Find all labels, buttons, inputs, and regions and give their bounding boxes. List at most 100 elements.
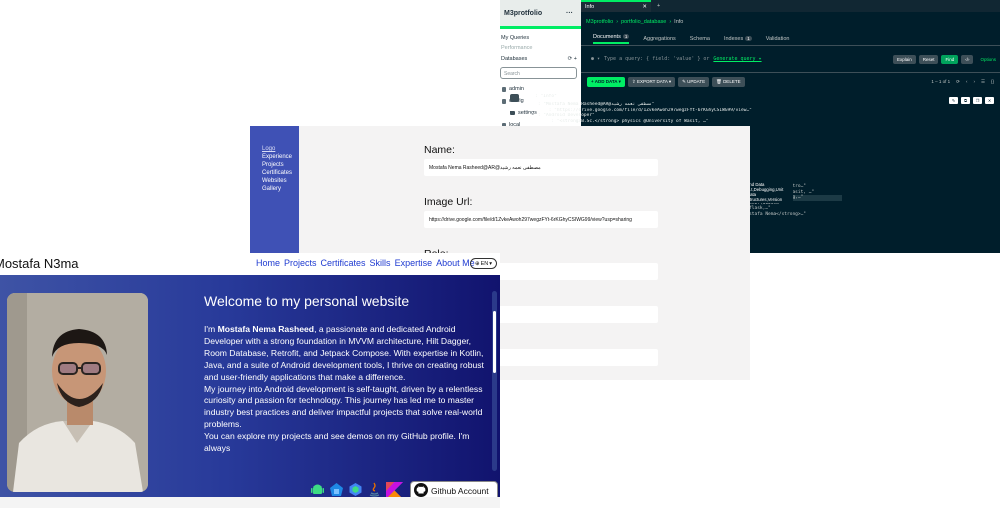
profile-photo <box>7 293 148 492</box>
close-icon[interactable]: ✕ <box>642 4 647 10</box>
query-history-icon[interactable]: ● ▾ <box>591 56 600 62</box>
databases-header: Databases ⟳ + <box>500 53 581 65</box>
nav-expertise[interactable]: Expertise <box>395 258 433 268</box>
site-nav: Home Projects Certificates Skills Expert… <box>256 258 475 268</box>
pagination-text: 1 – 1 of 1 <box>931 78 951 84</box>
nav-performance[interactable]: Performance <box>500 43 581 53</box>
breadcrumb: M3protfolio › portfolio_database › Info <box>581 12 1000 32</box>
doc-field-row: education: "<strong>B.Sc.</strong> physi… <box>527 118 709 124</box>
chevron-down-icon: ▾ <box>489 260 492 267</box>
image-url-label: Image Url: <box>424 196 473 208</box>
field-tooltip: and Data …t,Debugging,Unit Data Structures… <box>745 181 793 203</box>
nav-skills[interactable]: Skills <box>370 258 391 268</box>
nav-projects[interactable]: Projects <box>284 258 317 268</box>
bio-paragraph: I'm Mostafa Nema Rasheed, a passionate a… <box>204 324 484 382</box>
document-card: _id: "Info" name: "Mostafa Nema Rasheed@… <box>510 94 996 124</box>
list-view-icon[interactable]: ☰ <box>981 79 985 85</box>
sidebar-logo[interactable]: Logo <box>262 145 299 153</box>
name-label: Name: <box>424 144 455 156</box>
generate-query-link[interactable]: Generate query ✦ <box>713 56 761 62</box>
expand-icon[interactable] <box>510 94 519 102</box>
tab-indexes[interactable]: Indexes 1 <box>724 35 752 42</box>
tooltip-line: Data Structures,Version <box>747 192 783 202</box>
indexes-count-badge: 1 <box>745 35 752 41</box>
pagination: 1 – 1 of 1 ⟳ ‹ › ☰ {} <box>931 79 994 85</box>
bio-paragraph: My journey into Android development is s… <box>204 383 483 430</box>
query-bar: ● ▾ Type a query: { field: 'value' } or … <box>581 50 1000 68</box>
doc-field-row: _id: "Info" <box>510 94 996 102</box>
bio-paragraph: You can explore my projects and see demo… <box>204 431 470 454</box>
kotlin-multiplatform-icon <box>329 482 344 497</box>
compass-nav: My Queries Performance <box>500 29 581 53</box>
chevron-left-icon[interactable]: ‹ <box>966 79 968 85</box>
code-view-icon[interactable]: ‹/› <box>961 54 974 64</box>
sidebar-item-projects[interactable]: Projects <box>262 161 299 169</box>
new-tab-icon[interactable]: + <box>657 3 660 9</box>
name-field[interactable]: Mostafa Nema Rasheed@AR@مصطفى نعمه رشيد <box>424 159 658 176</box>
query-buttons: Explain Reset Find ‹/› Options <box>892 54 1000 64</box>
refresh-icon[interactable]: ⟳ <box>956 79 960 85</box>
connection-name: M3protfolio <box>504 9 543 17</box>
language-value: EN <box>480 260 489 267</box>
databases-label: Databases <box>501 56 528 62</box>
json-view-icon[interactable]: {} <box>991 79 994 85</box>
hero-section: Welcome to my personal website I'm Mosta… <box>0 275 500 501</box>
add-data-button[interactable]: + ADD DATA ▾ <box>587 76 625 87</box>
github-account-label: Github Account <box>431 486 489 496</box>
tab-title: Info <box>585 4 595 10</box>
delete-button[interactable]: 🗑 DELETE <box>712 76 745 87</box>
refresh-icon[interactable]: ⟳ <box>568 56 573 62</box>
add-database-icon[interactable]: + <box>574 56 577 62</box>
compass-tabbar: Info ✕ + <box>581 0 1000 12</box>
query-input[interactable]: Type a query: { field: 'value' } or <box>604 56 709 62</box>
database-icon <box>502 86 506 92</box>
profile-portrait-illustration <box>7 293 148 492</box>
sidebar-item-gallery[interactable]: Gallery <box>262 185 299 193</box>
update-button[interactable]: ✎ UPDATE <box>678 76 710 87</box>
breadcrumb-database[interactable]: portfolio_database <box>621 19 666 25</box>
reset-button[interactable]: Reset <box>918 54 939 64</box>
nav-my-queries[interactable]: My Queries <box>500 33 581 43</box>
breadcrumb-collection: Info <box>674 19 684 25</box>
connection-header[interactable]: M3protfolio ··· <box>500 0 581 26</box>
export-data-button[interactable]: ⇪ EXPORT DATA ▾ <box>627 76 676 87</box>
breadcrumb-connection[interactable]: M3protfolio <box>586 19 613 25</box>
options-button[interactable]: Options <box>976 55 1000 64</box>
sidebar-item-certificates[interactable]: Certificates <box>262 169 299 177</box>
database-icon <box>502 98 506 104</box>
kotlin-icon <box>386 482 403 499</box>
globe-icon: ⊕ <box>474 260 480 267</box>
tech-icons <box>310 482 403 499</box>
nav-about-me[interactable]: About Me <box>436 258 475 268</box>
image-url-field[interactable]: https://drive.google.com/file/d/1ZvkeAwo… <box>424 211 658 228</box>
documents-count-badge: 1 <box>622 33 630 39</box>
explain-button[interactable]: Explain <box>892 54 916 64</box>
bio-scrollbar[interactable] <box>492 291 497 471</box>
db-actions: ⟳ + <box>568 56 577 62</box>
tab-aggregations[interactable]: Aggregations <box>643 36 675 42</box>
nav-home[interactable]: Home <box>256 258 280 268</box>
language-select[interactable]: ⊕ EN ▾ <box>470 258 497 269</box>
documents-toolbar: + ADD DATA ▾ ⇪ EXPORT DATA ▾ ✎ UPDATE 🗑 … <box>581 72 1000 90</box>
tab-info[interactable]: Info ✕ <box>581 0 651 12</box>
database-search-input[interactable]: Search <box>500 67 577 79</box>
java-icon <box>367 482 382 497</box>
nav-certificates[interactable]: Certificates <box>321 258 366 268</box>
desktop: M3protfolio ··· My Queries Performance D… <box>0 0 1000 508</box>
tab-documents[interactable]: Documents 1 <box>593 33 630 44</box>
android-icon <box>310 482 325 497</box>
site-brand[interactable]: Mostafa N3ma <box>0 256 79 271</box>
bio-name: Mostafa Nema Rasheed <box>217 324 315 334</box>
chevron-right-icon: › <box>616 19 619 25</box>
find-button[interactable]: Find <box>941 54 959 64</box>
bio-text: I'm Mostafa Nema Rasheed, a passionate a… <box>204 324 492 474</box>
chevron-right-icon: › <box>669 19 672 25</box>
scrollbar-thumb[interactable] <box>493 311 496 373</box>
tab-validation[interactable]: Validation <box>766 36 790 42</box>
site-header: Mostafa N3ma Home Projects Certificates … <box>0 253 500 275</box>
sidebar-item-experience[interactable]: Experience <box>262 153 299 161</box>
sidebar-item-websites[interactable]: Websites <box>262 177 299 185</box>
tab-schema[interactable]: Schema <box>690 36 710 42</box>
connection-menu-icon[interactable]: ··· <box>566 10 573 17</box>
chevron-right-icon[interactable]: › <box>973 79 975 85</box>
